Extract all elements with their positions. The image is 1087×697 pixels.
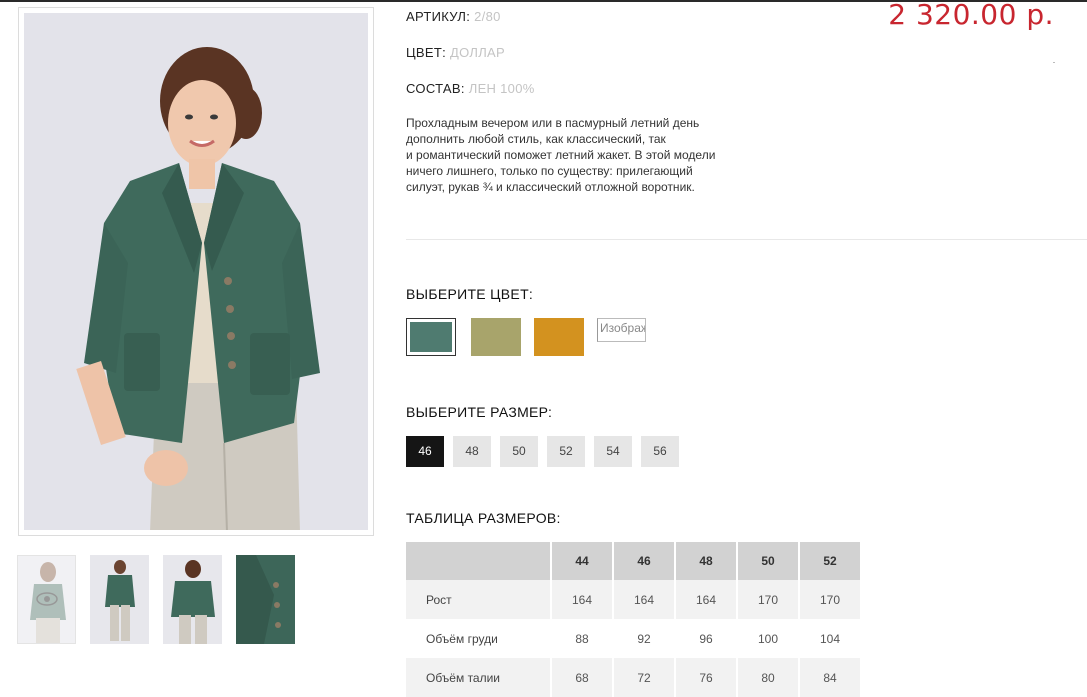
color-row: ЦВЕТ: ДОЛЛАР: [406, 45, 505, 60]
table-row: Рост 164 164 164 170 170: [406, 580, 862, 619]
size-button-56[interactable]: 56: [641, 436, 679, 467]
size-button-48[interactable]: 48: [453, 436, 491, 467]
article-label: АРТИКУЛ:: [406, 9, 471, 24]
thumbnail-1[interactable]: [17, 555, 76, 644]
composition-value: ЛЕН 100%: [468, 81, 535, 96]
table-row: Объём талии 68 72 76 80 84: [406, 658, 862, 697]
article-row: АРТИКУЛ: 2/80: [406, 9, 501, 24]
section-divider: [406, 239, 1087, 240]
thumbnail-4[interactable]: [236, 555, 295, 644]
size-button-52[interactable]: 52: [547, 436, 585, 467]
table-cell: 92: [613, 619, 676, 658]
swatch-fill: [410, 322, 452, 352]
size-table: 44 46 48 50 52 Рост 164 164 164 170 170 …: [406, 542, 862, 697]
color-swatch-image[interactable]: Изображение: [597, 318, 646, 342]
thumbnail-2[interactable]: [90, 555, 149, 644]
decor-dot: [1053, 62, 1055, 63]
table-cell: 72: [613, 658, 676, 697]
size-picker-title: ВЫБЕРИТЕ РАЗМЕР:: [406, 404, 553, 420]
thumbnail-3[interactable]: [163, 555, 222, 644]
table-cell: 164: [675, 580, 738, 619]
color-value: ДОЛЛАР: [450, 45, 505, 60]
header-size: 46: [613, 542, 676, 580]
table-cell: 164: [613, 580, 676, 619]
table-cell: 88: [551, 619, 614, 658]
table-cell: 68: [551, 658, 614, 697]
size-button-46[interactable]: 46: [406, 436, 444, 467]
table-cell: 96: [675, 619, 738, 658]
color-swatch-mustard[interactable]: [534, 318, 584, 356]
table-row: Объём груди 88 92 96 100 104: [406, 619, 862, 658]
eye-icon: [36, 592, 58, 606]
color-swatch-green[interactable]: [406, 318, 456, 356]
size-table-header: 44 46 48 50 52: [406, 542, 862, 580]
model-illustration: [76, 47, 320, 530]
composition-row: СОСТАВ: ЛЕН 100%: [406, 81, 535, 96]
composition-label: СОСТАВ:: [406, 81, 465, 96]
table-cell: 164: [551, 580, 614, 619]
color-picker-title: ВЫБЕРИТЕ ЦВЕТ:: [406, 286, 534, 302]
row-label: Объём груди: [406, 619, 552, 658]
row-label: Объём талии: [406, 658, 552, 697]
product-description: Прохладным вечером или в пасмурный летни…: [406, 115, 766, 195]
description-line: силуэт, рукав ¾ и классический отложной …: [406, 180, 695, 194]
main-product-image[interactable]: [18, 7, 374, 536]
table-cell: 104: [799, 619, 862, 658]
header-size: 52: [799, 542, 862, 580]
size-table-title: ТАБЛИЦА РАЗМЕРОВ:: [406, 510, 561, 526]
size-button-54[interactable]: 54: [594, 436, 632, 467]
table-cell: 80: [737, 658, 800, 697]
description-line: Прохладным вечером или в пасмурный летни…: [406, 116, 700, 130]
table-cell: 170: [799, 580, 862, 619]
description-line: ничего лишнего, только по существу: прил…: [406, 164, 693, 178]
row-label: Рост: [406, 580, 552, 619]
header-size: 48: [675, 542, 738, 580]
table-cell: 84: [799, 658, 862, 697]
article-value: 2/80: [474, 9, 501, 24]
size-button-50[interactable]: 50: [500, 436, 538, 467]
header-size: 50: [737, 542, 800, 580]
table-cell: 170: [737, 580, 800, 619]
color-swatch-olive[interactable]: [471, 318, 521, 356]
product-price: 2 320.00 р.: [888, 0, 1054, 31]
header-size: 44: [551, 542, 614, 580]
header-blank: [406, 542, 552, 580]
table-cell: 76: [675, 658, 738, 697]
color-label: ЦВЕТ:: [406, 45, 447, 60]
description-line: дополнить любой стиль, как классический,…: [406, 132, 666, 146]
description-line: и романтический поможет летний жакет. В …: [406, 148, 716, 162]
table-cell: 100: [737, 619, 800, 658]
